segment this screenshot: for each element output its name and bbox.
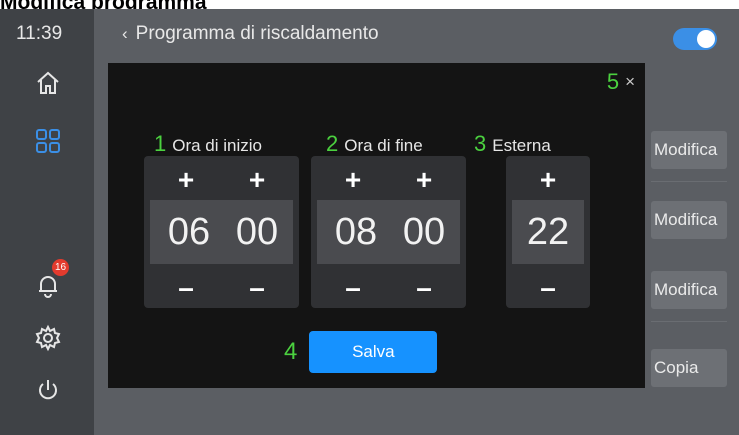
chevron-left-icon[interactable]: ‹ [122, 24, 128, 44]
annotation-4: 4 [284, 338, 298, 365]
annotation-5: 5 [606, 69, 620, 94]
end-time-box: + + 08 00 – – [311, 156, 466, 308]
external-plus-button[interactable]: + [528, 162, 568, 198]
device-screen: 11:39 16 ‹ Programma di riscaldamento Mo… [0, 9, 739, 435]
modifica-button-2[interactable]: Modifica [651, 201, 727, 239]
end-minutes-plus-button[interactable]: + [404, 162, 444, 198]
start-minutes-minus-button[interactable]: – [237, 270, 277, 306]
end-hours-value: 08 [334, 210, 378, 253]
annotation-3: 3 [474, 131, 487, 156]
divider [651, 181, 727, 182]
annotation-1: 1 [154, 131, 167, 156]
external-minus-button[interactable]: – [528, 270, 568, 306]
copia-button[interactable]: Copia [651, 349, 727, 387]
start-minutes-plus-button[interactable]: + [237, 162, 277, 198]
toggle-knob [697, 30, 715, 48]
save-area: 4 Salva [284, 331, 438, 373]
annotation-2: 2 [326, 131, 339, 156]
external-label-text: Esterna [492, 136, 551, 155]
schedule-toggle[interactable] [673, 28, 717, 50]
sidebar: 11:39 16 [0, 9, 94, 435]
end-hours-minus-button[interactable]: – [333, 270, 373, 306]
home-icon[interactable] [30, 65, 66, 101]
power-icon[interactable] [30, 372, 66, 408]
clock: 11:39 [16, 23, 63, 44]
start-minutes-value: 00 [235, 210, 279, 253]
end-minutes-value: 00 [402, 210, 446, 253]
start-time-label-text: Ora di inizio [172, 136, 263, 155]
start-hours-value: 06 [167, 210, 211, 253]
start-hours-plus-button[interactable]: + [166, 162, 206, 198]
start-time-box: + + 06 00 – – [144, 156, 299, 308]
page-title: Programma di riscaldamento [135, 23, 379, 44]
external-box: + 22 – [506, 156, 590, 308]
external-value: 22 [526, 210, 570, 253]
grid-icon[interactable] [30, 123, 66, 159]
edit-program-dialog: 5 × 1 Ora di inizio 2 Ora di fine 3 Este… [108, 63, 645, 388]
notification-badge: 16 [52, 259, 69, 276]
end-hours-plus-button[interactable]: + [333, 162, 373, 198]
end-time-label: 2 Ora di fine [326, 131, 423, 157]
end-time-label-text: Ora di fine [344, 136, 423, 155]
gear-icon[interactable] [30, 320, 66, 356]
start-time-label: 1 Ora di inizio [154, 131, 262, 157]
close-area: 5 × [607, 69, 635, 95]
close-icon[interactable]: × [625, 72, 635, 92]
divider [651, 321, 727, 322]
external-label: 3 Esterna [474, 131, 551, 157]
modifica-button-1[interactable]: Modifica [651, 131, 727, 169]
header: ‹ Programma di riscaldamento [122, 23, 379, 45]
modifica-button-3[interactable]: Modifica [651, 271, 727, 309]
start-hours-minus-button[interactable]: – [166, 270, 206, 306]
save-button[interactable]: Salva [309, 331, 438, 373]
end-minutes-minus-button[interactable]: – [404, 270, 444, 306]
